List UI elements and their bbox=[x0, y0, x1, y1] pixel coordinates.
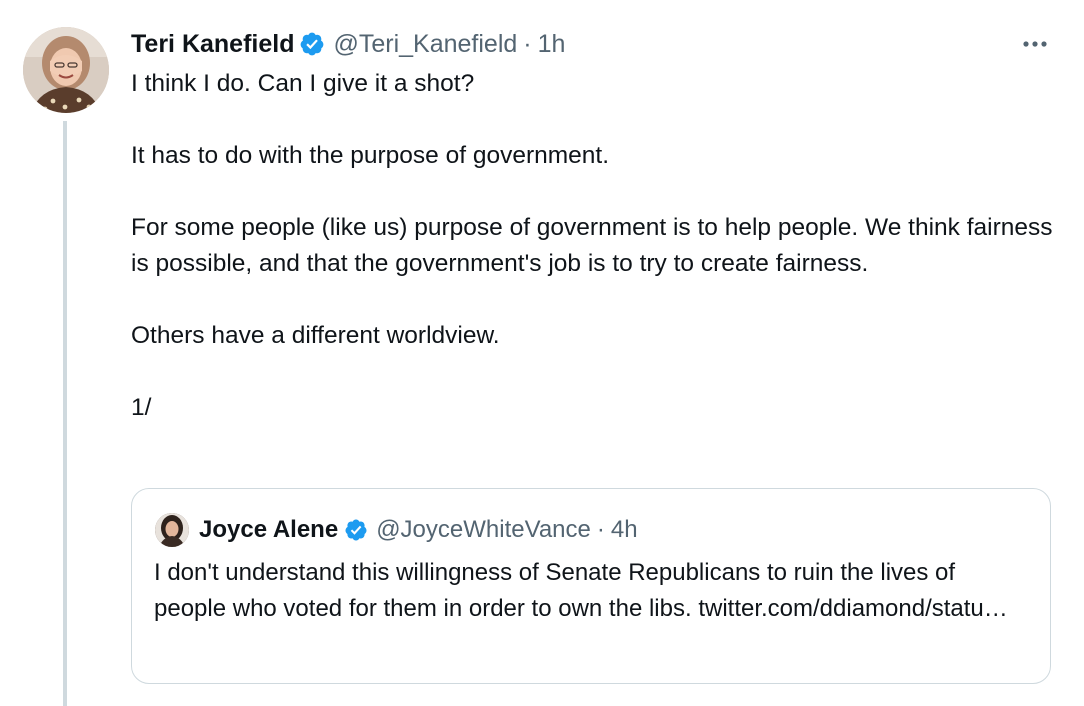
tweet-paragraph: Others have a different worldview. bbox=[131, 322, 500, 349]
tweet-paragraph: I think I do. Can I give it a shot? bbox=[131, 70, 475, 97]
verified-badge-icon bbox=[299, 31, 325, 57]
tweet-header: Teri Kanefield @Teri_Kanefield · 1h bbox=[131, 27, 565, 61]
author-name[interactable]: Teri Kanefield bbox=[131, 30, 294, 59]
tweet-body: I think I do. Can I give it a shot? It h… bbox=[131, 66, 1066, 426]
thread-connector-line bbox=[63, 121, 67, 706]
tweet-timestamp[interactable]: 1h bbox=[538, 30, 566, 59]
author-avatar-image bbox=[23, 27, 109, 113]
header-separator: · bbox=[523, 29, 532, 58]
tweet-paragraph: For some people (like us) purpose of gov… bbox=[131, 214, 1053, 277]
quoted-author-avatar bbox=[155, 513, 189, 547]
author-avatar[interactable] bbox=[23, 27, 109, 113]
more-options-icon bbox=[1023, 41, 1047, 47]
verified-badge-icon bbox=[344, 518, 368, 542]
quoted-author-handle: @JoyceWhiteVance bbox=[376, 516, 591, 543]
quoted-tweet-header: Joyce Alene @JoyceWhiteVance · 4h bbox=[155, 512, 638, 548]
quoted-header-separator: · bbox=[596, 516, 605, 543]
tweet-paragraph: 1/ bbox=[131, 394, 152, 421]
tweet-paragraph: It has to do with the purpose of governm… bbox=[131, 142, 610, 169]
more-options-button[interactable] bbox=[1017, 30, 1053, 58]
author-handle[interactable]: @Teri_Kanefield bbox=[333, 30, 517, 59]
quoted-tweet-card[interactable]: Joyce Alene @JoyceWhiteVance · 4h I don'… bbox=[131, 488, 1051, 684]
quoted-author-name: Joyce Alene bbox=[199, 516, 339, 543]
quoted-tweet-timestamp: 4h bbox=[610, 516, 638, 543]
quoted-tweet-text: I don't understand this willingness of S… bbox=[154, 559, 1008, 622]
